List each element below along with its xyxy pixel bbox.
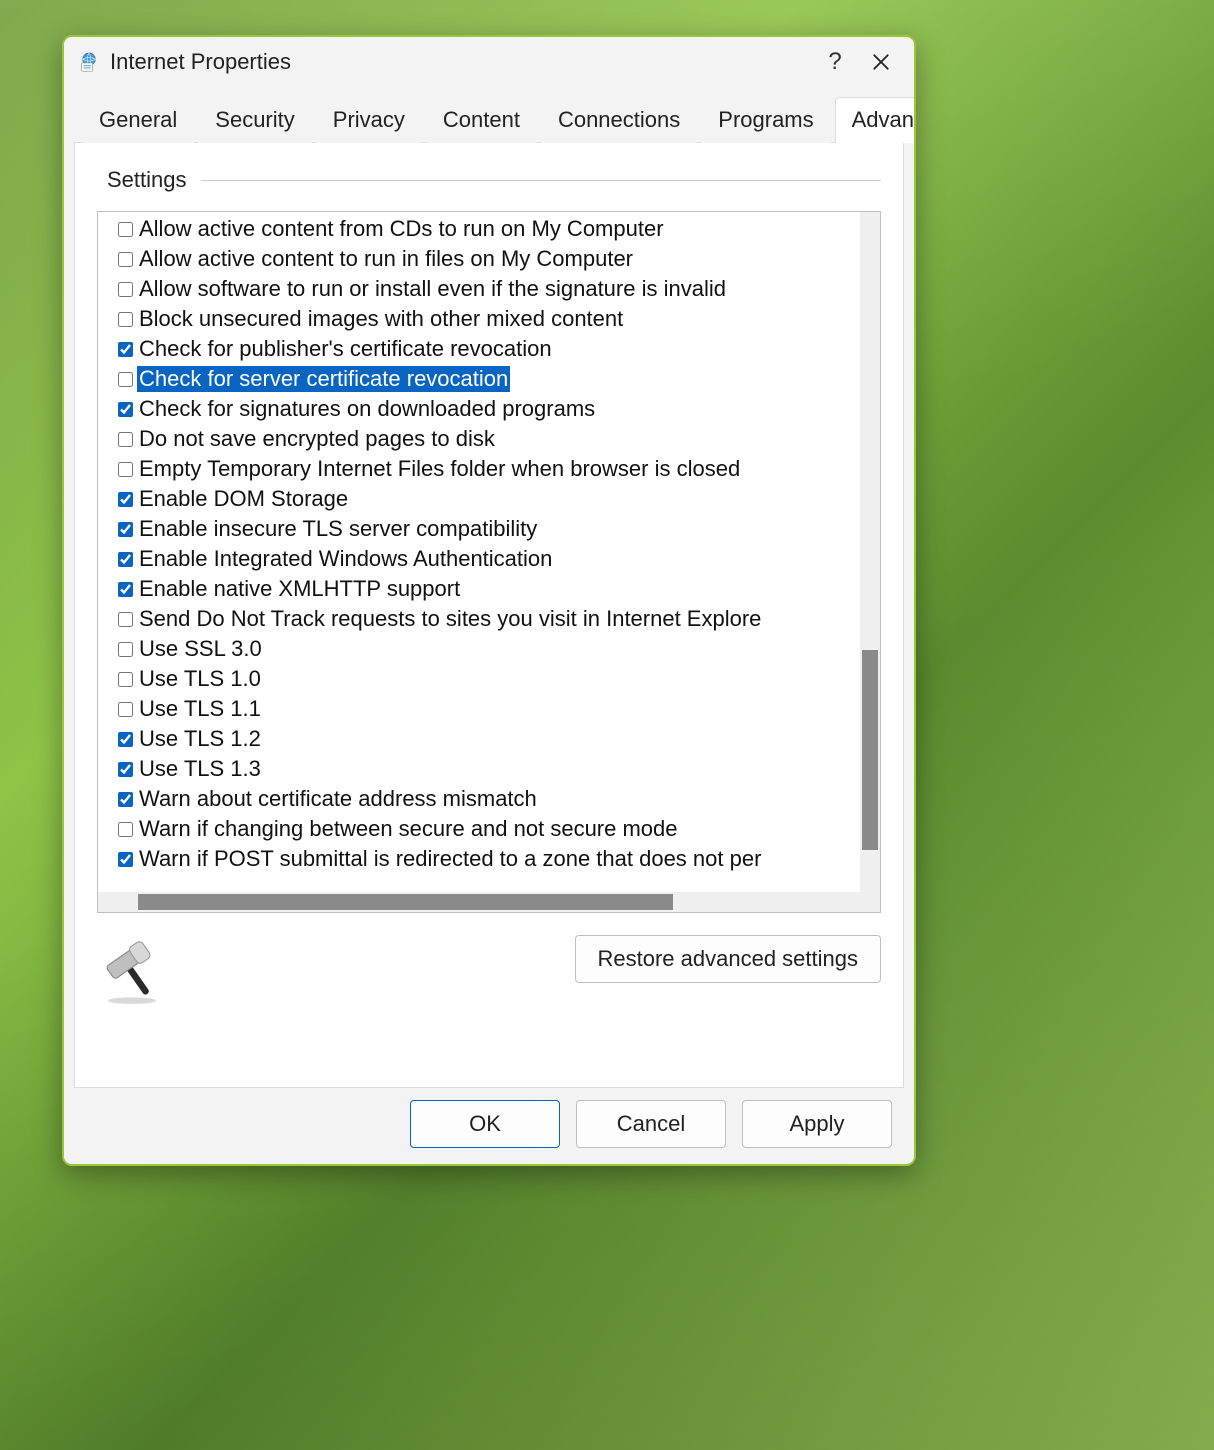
settings-label: Warn about certificate address mismatch	[137, 786, 539, 812]
settings-checkbox[interactable]	[118, 822, 133, 837]
settings-row[interactable]: Warn if changing between secure and not …	[118, 814, 860, 844]
settings-label: Block unsecured images with other mixed …	[137, 306, 625, 332]
settings-label: Allow software to run or install even if…	[137, 276, 728, 302]
settings-row[interactable]: Enable DOM Storage	[118, 484, 860, 514]
settings-label: Warn if changing between secure and not …	[137, 816, 680, 842]
tab-privacy[interactable]: Privacy	[316, 97, 422, 143]
settings-label: Enable DOM Storage	[137, 486, 350, 512]
settings-checkbox[interactable]	[118, 732, 133, 747]
tab-advanced[interactable]: Advanced	[835, 97, 916, 143]
tab-security[interactable]: Security	[198, 97, 311, 143]
settings-label: Enable native XMLHTTP support	[137, 576, 462, 602]
settings-checkbox[interactable]	[118, 672, 133, 687]
settings-label: Enable insecure TLS server compatibility	[137, 516, 539, 542]
settings-checkbox[interactable]	[118, 402, 133, 417]
client-area: GeneralSecurityPrivacyContentConnections…	[64, 87, 914, 1164]
settings-checkbox[interactable]	[118, 582, 133, 597]
cancel-button[interactable]: Cancel	[576, 1100, 726, 1148]
settings-row[interactable]: Warn if POST submittal is redirected to …	[118, 844, 860, 874]
settings-label: Check for server certificate revocation	[137, 366, 510, 392]
tab-page-advanced: Settings Allow active content from CDs t…	[74, 143, 904, 1088]
settings-row[interactable]: Allow active content to run in files on …	[118, 244, 860, 274]
tab-connections[interactable]: Connections	[541, 97, 697, 143]
settings-group-label: Settings	[107, 167, 187, 193]
settings-row[interactable]: Enable native XMLHTTP support	[118, 574, 860, 604]
settings-checkbox[interactable]	[118, 342, 133, 357]
settings-checkbox[interactable]	[118, 492, 133, 507]
settings-label: Check for signatures on downloaded progr…	[137, 396, 597, 422]
settings-checkbox[interactable]	[118, 222, 133, 237]
settings-checkbox[interactable]	[118, 642, 133, 657]
horizontal-scrollbar-thumb[interactable]	[138, 894, 673, 910]
titlebar[interactable]: Internet Properties ?	[64, 37, 914, 87]
window-title: Internet Properties	[110, 49, 291, 75]
ok-button[interactable]: OK	[410, 1100, 560, 1148]
settings-label: Enable Integrated Windows Authentication	[137, 546, 554, 572]
dialog-button-row: OK Cancel Apply	[74, 1088, 904, 1148]
settings-label: Use TLS 1.1	[137, 696, 263, 722]
settings-row[interactable]: Use SSL 3.0	[118, 634, 860, 664]
settings-checkbox[interactable]	[118, 612, 133, 627]
settings-row[interactable]: Allow active content from CDs to run on …	[118, 214, 860, 244]
tab-content[interactable]: Content	[426, 97, 537, 143]
settings-checkbox[interactable]	[118, 792, 133, 807]
settings-row[interactable]: Allow software to run or install even if…	[118, 274, 860, 304]
settings-checkbox[interactable]	[118, 252, 133, 267]
settings-row[interactable]: Do not save encrypted pages to disk	[118, 424, 860, 454]
tab-general[interactable]: General	[82, 97, 194, 143]
settings-label: Empty Temporary Internet Files folder wh…	[137, 456, 742, 482]
settings-row[interactable]: Use TLS 1.3	[118, 754, 860, 784]
settings-checkbox[interactable]	[118, 522, 133, 537]
settings-list[interactable]: Allow active content from CDs to run on …	[98, 212, 860, 892]
settings-row[interactable]: Send Do Not Track requests to sites you …	[118, 604, 860, 634]
settings-row[interactable]: Empty Temporary Internet Files folder wh…	[118, 454, 860, 484]
settings-group-header: Settings	[97, 167, 881, 193]
close-button[interactable]	[858, 39, 904, 85]
settings-label: Allow active content to run in files on …	[137, 246, 635, 272]
settings-label: Check for publisher's certificate revoca…	[137, 336, 554, 362]
tab-programs[interactable]: Programs	[701, 97, 830, 143]
dialog-window: Internet Properties ? GeneralSecurityPri…	[62, 35, 916, 1166]
settings-row[interactable]: Use TLS 1.2	[118, 724, 860, 754]
settings-label: Allow active content from CDs to run on …	[137, 216, 666, 242]
help-button[interactable]: ?	[812, 39, 858, 85]
settings-checkbox[interactable]	[118, 462, 133, 477]
settings-row[interactable]: Use TLS 1.0	[118, 664, 860, 694]
settings-row[interactable]: Check for signatures on downloaded progr…	[118, 394, 860, 424]
horizontal-scrollbar[interactable]	[98, 892, 860, 912]
settings-checkbox[interactable]	[118, 312, 133, 327]
internet-options-icon	[78, 51, 100, 73]
settings-checkbox[interactable]	[118, 852, 133, 867]
settings-checkbox[interactable]	[118, 372, 133, 387]
settings-checkbox[interactable]	[118, 762, 133, 777]
hammer-icon	[97, 935, 167, 1005]
settings-row[interactable]: Use TLS 1.1	[118, 694, 860, 724]
tab-strip: GeneralSecurityPrivacyContentConnections…	[74, 97, 904, 143]
restore-advanced-settings-button[interactable]: Restore advanced settings	[575, 935, 882, 983]
settings-label: Send Do Not Track requests to sites you …	[137, 606, 763, 632]
settings-label: Use TLS 1.3	[137, 756, 263, 782]
settings-label: Use TLS 1.2	[137, 726, 263, 752]
settings-label: Do not save encrypted pages to disk	[137, 426, 497, 452]
settings-list-container: Allow active content from CDs to run on …	[97, 211, 881, 913]
settings-checkbox[interactable]	[118, 432, 133, 447]
settings-row[interactable]: Warn about certificate address mismatch	[118, 784, 860, 814]
settings-checkbox[interactable]	[118, 702, 133, 717]
settings-row[interactable]: Block unsecured images with other mixed …	[118, 304, 860, 334]
settings-label: Use SSL 3.0	[137, 636, 264, 662]
settings-label: Warn if POST submittal is redirected to …	[137, 846, 763, 872]
vertical-scrollbar[interactable]	[860, 212, 880, 892]
settings-row[interactable]: Enable Integrated Windows Authentication	[118, 544, 860, 574]
settings-checkbox[interactable]	[118, 552, 133, 567]
settings-label: Use TLS 1.0	[137, 666, 263, 692]
settings-row[interactable]: Check for server certificate revocation	[118, 364, 860, 394]
settings-row[interactable]: Check for publisher's certificate revoca…	[118, 334, 860, 364]
settings-checkbox[interactable]	[118, 282, 133, 297]
vertical-scrollbar-thumb[interactable]	[862, 650, 878, 850]
settings-row[interactable]: Enable insecure TLS server compatibility	[118, 514, 860, 544]
apply-button[interactable]: Apply	[742, 1100, 892, 1148]
